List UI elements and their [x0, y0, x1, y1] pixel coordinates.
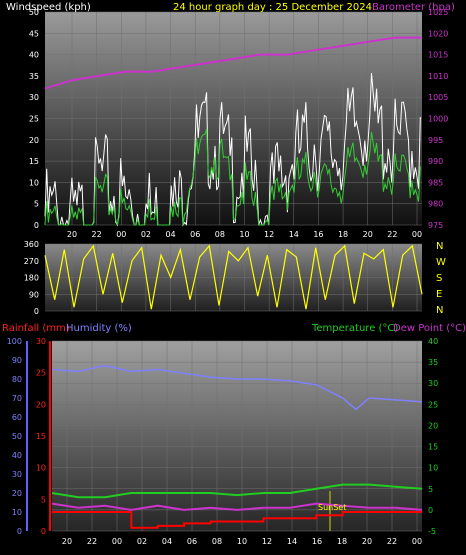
humidity-y-tick-label: 10 [12, 508, 22, 517]
compass-n-bottom: N [436, 305, 443, 316]
temp-y-tick-label: 40 [428, 337, 438, 346]
wind-x-tick-label: 10 [239, 230, 249, 239]
rainfall-label: Rainfall (mm) [2, 323, 70, 334]
wind-x-tick-label: 02 [141, 230, 151, 239]
temperature-label: Temperature (°C) [311, 323, 398, 334]
wind-x-tick-label: 18 [338, 230, 348, 239]
temp-plot-area [52, 341, 422, 531]
windspeed-label: Windspeed (kph) [6, 2, 91, 13]
barometer-y-tick-label: 985 [428, 178, 443, 187]
humidity-label: Humidity (%) [66, 323, 132, 334]
rain-y-tick-label: 5 [41, 495, 46, 504]
wind-y-tick-label: 35 [29, 72, 39, 81]
graph-title: 24 hour graph day : 25 December 2024 [173, 2, 372, 13]
temp-y-tick-label: 20 [428, 421, 438, 430]
humidity-y-tick-label: 80 [12, 375, 22, 384]
wind-y-tick-label: 20 [29, 136, 39, 145]
sunset-label: SunSet [318, 503, 346, 512]
temp-x-tick-label: 18 [337, 537, 347, 546]
barometer-y-tick-label: 1005 [428, 93, 448, 102]
wind-y-tick-label: 5 [34, 200, 39, 209]
rain-y-tick-label: 25 [36, 369, 46, 378]
rain-y-tick-label: 15 [36, 432, 46, 441]
barometer-y-tick-label: 990 [428, 157, 443, 166]
compass-e: E [436, 289, 442, 300]
wind-y-tick-label: 0 [34, 221, 39, 230]
direction-y-tick-label: 90 [29, 290, 39, 299]
wind-x-tick-label: 20 [363, 230, 373, 239]
temp-x-tick-label: 16 [312, 537, 322, 546]
humidity-y-tick-label: 40 [12, 451, 22, 460]
temp-x-tick-label: 20 [362, 537, 372, 546]
barometer-y-tick-label: 1010 [428, 72, 448, 81]
wind-x-tick-label: 00 [412, 230, 422, 239]
humidity-y-tick-label: 0 [17, 527, 22, 536]
rain-y-tick-label: 0 [41, 527, 46, 536]
humidity-y-tick-label: 60 [12, 413, 22, 422]
dewpoint-label: Dew Point (°C) [393, 323, 466, 334]
wind-x-tick-label: 08 [215, 230, 225, 239]
wind-x-tick-label: 20 [67, 230, 77, 239]
temp-y-tick-label: 5 [428, 485, 433, 494]
temp-y-tick-label: 35 [428, 358, 438, 367]
wind-x-tick-label: 12 [264, 230, 274, 239]
humidity-y-tick-label: 30 [12, 470, 22, 479]
temp-y-tick-label: -5 [428, 527, 436, 536]
compass-w: W [436, 257, 446, 268]
humidity-y-tick-label: 100 [7, 337, 22, 346]
temp-x-tick-label: 12 [262, 537, 272, 546]
temp-y-tick-label: 25 [428, 400, 438, 409]
wind-x-tick-label: 06 [190, 230, 200, 239]
barometer-y-tick-label: 1015 [428, 51, 448, 60]
direction-y-tick-label: 0 [34, 307, 39, 316]
wind-y-tick-label: 40 [29, 51, 39, 60]
barometer-y-tick-label: 975 [428, 221, 443, 230]
wind-y-tick-label: 45 [29, 29, 39, 38]
barometer-label: Barometer (hpa) [372, 2, 455, 13]
wind-y-tick-label: 25 [29, 115, 39, 124]
temp-x-tick-label: 00 [112, 537, 122, 546]
barometer-y-tick-label: 1020 [428, 29, 448, 38]
temp-y-tick-label: 0 [428, 506, 433, 515]
rain-y-tick-label: 20 [36, 400, 46, 409]
temp-x-tick-label: 22 [87, 537, 97, 546]
wind-x-tick-label: 04 [165, 230, 175, 239]
compass-s: S [436, 273, 442, 284]
rain-y-tick-label: 30 [36, 337, 46, 346]
temp-x-tick-label: 20 [62, 537, 72, 546]
weather-graph: 0510152025303540455097598098599099510001… [2, 2, 466, 546]
wind-x-tick-label: 16 [313, 230, 323, 239]
humidity-y-tick-label: 20 [12, 489, 22, 498]
temp-x-tick-label: 06 [187, 537, 197, 546]
direction-y-tick-label: 270 [24, 257, 39, 266]
temp-x-tick-label: 14 [287, 537, 297, 546]
wind-y-tick-label: 30 [29, 93, 39, 102]
direction-y-tick-label: 360 [24, 240, 39, 249]
wind-x-tick-label: 22 [92, 230, 102, 239]
temp-x-tick-label: 22 [387, 537, 397, 546]
temp-x-tick-label: 02 [137, 537, 147, 546]
temp-y-tick-label: 10 [428, 464, 438, 473]
temp-x-tick-label: 10 [237, 537, 247, 546]
barometer-y-tick-label: 980 [428, 200, 443, 209]
temp-y-tick-label: 30 [428, 379, 438, 388]
temp-x-tick-label: 08 [212, 537, 222, 546]
wind-x-tick-label: 22 [387, 230, 397, 239]
temp-x-tick-label: 00 [412, 537, 422, 546]
barometer-y-tick-label: 995 [428, 136, 443, 145]
humidity-y-tick-label: 70 [12, 394, 22, 403]
wind-y-tick-label: 15 [29, 157, 39, 166]
direction-y-tick-label: 180 [24, 274, 39, 283]
humidity-y-tick-label: 90 [12, 356, 22, 365]
humidity-y-tick-label: 50 [12, 432, 22, 441]
wind-y-tick-label: 10 [29, 178, 39, 187]
rain-y-tick-label: 10 [36, 464, 46, 473]
compass-n-top: N [436, 241, 443, 252]
wind-x-tick-label: 00 [116, 230, 126, 239]
temp-x-tick-label: 04 [162, 537, 172, 546]
barometer-y-tick-label: 1000 [428, 115, 448, 124]
wind-x-tick-label: 14 [289, 230, 299, 239]
temp-y-tick-label: 15 [428, 443, 438, 452]
